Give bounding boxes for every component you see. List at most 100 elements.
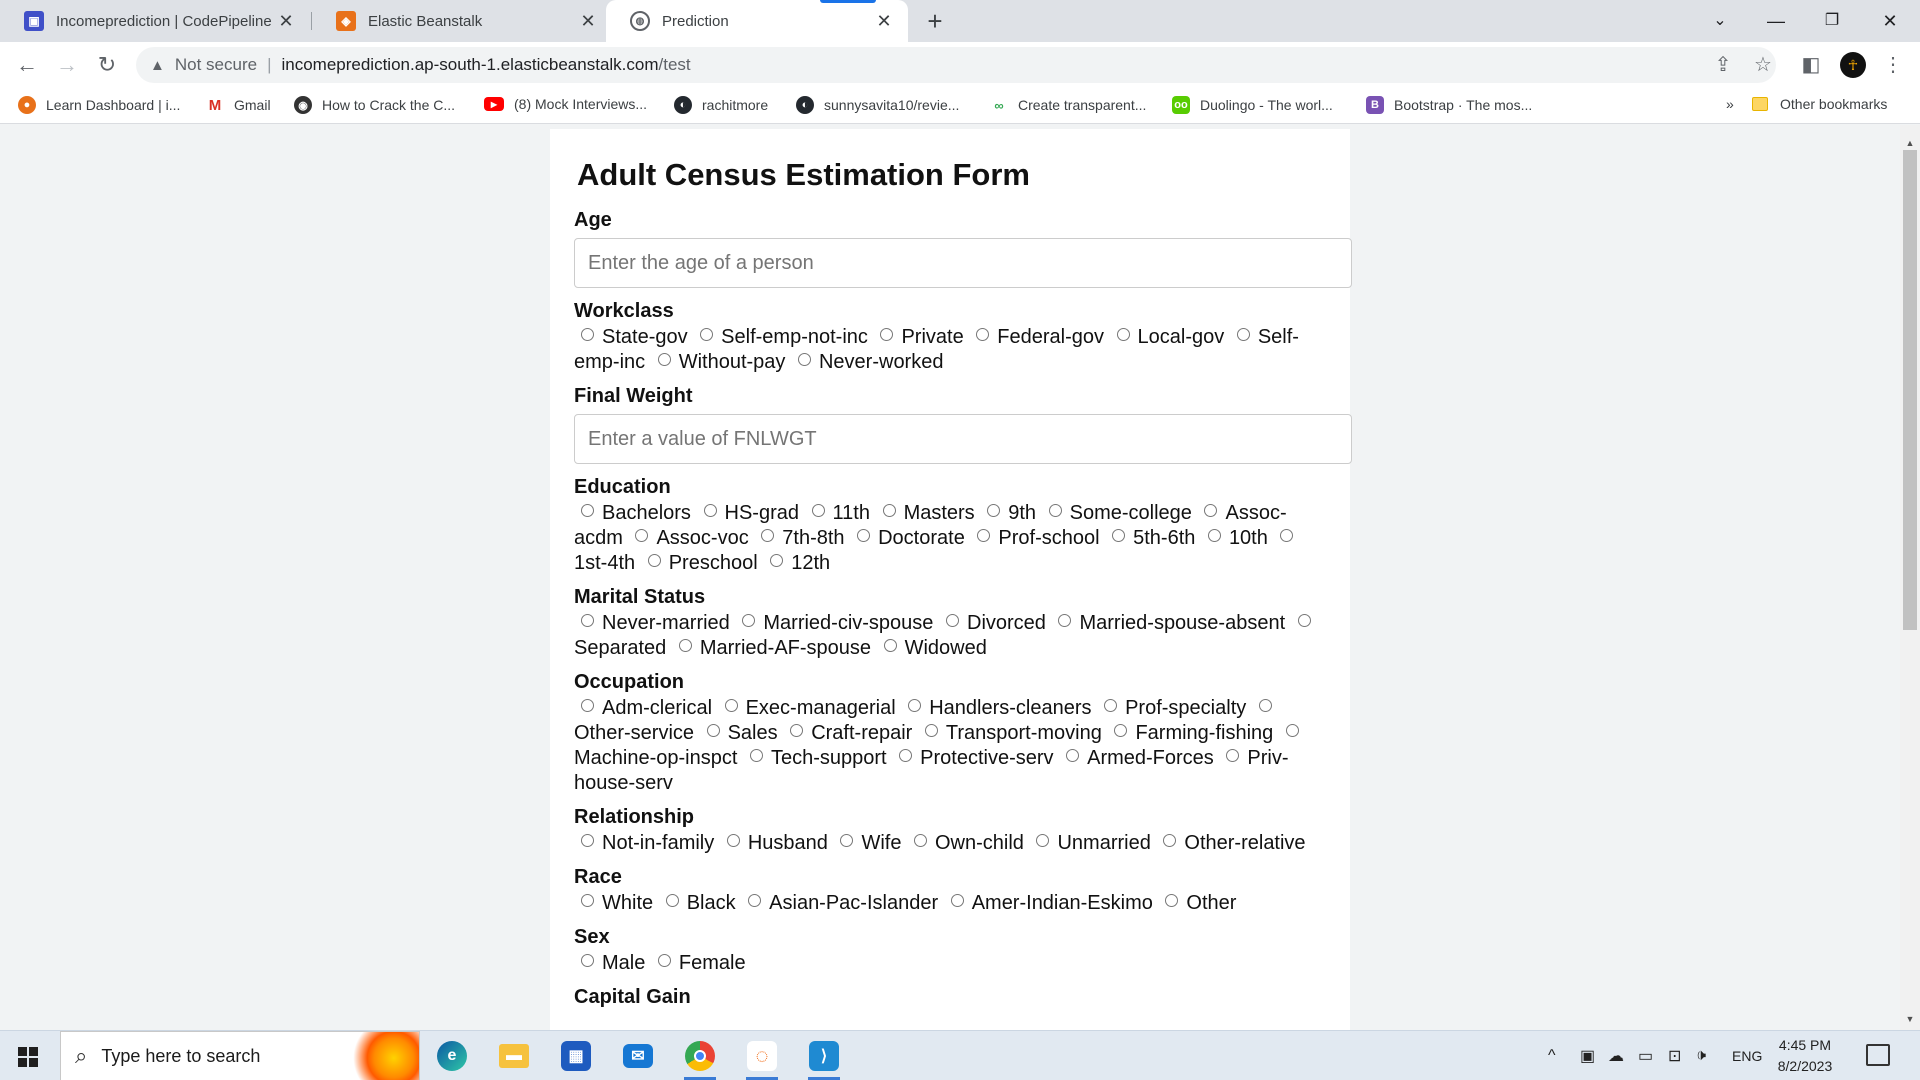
scrollbar-thumb[interactable] xyxy=(1903,150,1917,630)
radio-button[interactable] xyxy=(946,614,959,627)
radio-button[interactable] xyxy=(880,328,894,341)
radio-button[interactable] xyxy=(1207,529,1221,542)
radio-option[interactable]: Craft-repair xyxy=(783,722,912,744)
radio-button[interactable] xyxy=(1066,749,1080,762)
radio-option[interactable]: Transport-moving xyxy=(918,722,1102,744)
radio-option[interactable]: Other-relative xyxy=(1156,832,1306,854)
radio-option[interactable]: Doctorate xyxy=(850,527,965,549)
radio-button[interactable] xyxy=(1112,529,1126,542)
meet-now-icon[interactable]: ▣ xyxy=(1580,1031,1595,1080)
radio-button[interactable] xyxy=(883,639,897,652)
radio-button[interactable] xyxy=(924,724,938,737)
radio-option[interactable]: Asian-Pac-Islander xyxy=(741,892,938,914)
radio-option[interactable]: Local-gov xyxy=(1110,326,1224,348)
chrome-icon[interactable] xyxy=(676,1037,724,1080)
radio-option[interactable]: Amer-Indian-Eskimo xyxy=(944,892,1153,914)
radio-option[interactable]: Widowed xyxy=(877,637,987,659)
bookmark-learn-dashboard[interactable]: ● Learn Dashboard | i... xyxy=(18,96,180,114)
radio-option[interactable]: Tech-support xyxy=(743,747,887,769)
close-icon[interactable]: ✕ xyxy=(874,11,894,32)
radio-button[interactable] xyxy=(1058,614,1072,627)
radio-button[interactable] xyxy=(790,724,804,737)
minimize-button[interactable]: — xyxy=(1748,0,1804,42)
radio-option[interactable]: Female xyxy=(651,952,746,974)
radio-option[interactable]: Unmarried xyxy=(1029,832,1151,854)
radio-button[interactable] xyxy=(908,699,922,712)
radio-button[interactable] xyxy=(1236,328,1250,341)
radio-button[interactable] xyxy=(703,504,717,517)
fnlwgt-input[interactable]: Enter a value of FNLWGT xyxy=(574,414,1352,464)
radio-button[interactable] xyxy=(581,834,594,847)
radio-button[interactable] xyxy=(742,614,756,627)
bookmark-rachitmore[interactable]: ◐ rachitmore xyxy=(674,96,768,114)
store-icon[interactable]: ▦ xyxy=(552,1037,600,1075)
radio-button[interactable] xyxy=(977,529,991,542)
taskbar-search[interactable]: ⌕ Type here to search xyxy=(60,1031,420,1080)
close-icon[interactable]: ✕ xyxy=(578,11,598,32)
radio-option[interactable]: Assoc-voc xyxy=(628,527,749,549)
radio-option[interactable]: Private xyxy=(873,326,964,348)
edge-icon[interactable]: e xyxy=(428,1037,476,1075)
radio-option[interactable]: Divorced xyxy=(939,612,1046,634)
radio-button[interactable] xyxy=(581,894,594,907)
radio-button[interactable] xyxy=(1114,724,1128,737)
radio-option[interactable]: HS-grad xyxy=(697,502,799,524)
radio-button[interactable] xyxy=(1116,328,1130,341)
radio-button[interactable] xyxy=(857,529,871,542)
radio-option[interactable]: Without-pay xyxy=(651,351,785,373)
radio-button[interactable] xyxy=(678,639,692,652)
radio-button[interactable] xyxy=(724,699,738,712)
radio-button[interactable] xyxy=(1104,699,1118,712)
bookmark-gmail[interactable]: M Gmail xyxy=(206,96,271,114)
bookmark-bootstrap[interactable]: B Bootstrap · The mos... xyxy=(1366,96,1532,114)
radio-option[interactable]: Federal-gov xyxy=(969,326,1104,348)
radio-button[interactable] xyxy=(581,614,594,627)
scroll-up-arrow[interactable]: ▲ xyxy=(1903,136,1917,150)
radio-button[interactable] xyxy=(840,834,854,847)
radio-option[interactable]: Bachelors xyxy=(574,502,691,524)
radio-button[interactable] xyxy=(647,554,661,567)
address-bar[interactable]: ▲ Not secure | incomeprediction.ap-south… xyxy=(136,47,1776,83)
reload-icon[interactable]: ↻ xyxy=(92,50,122,80)
radio-option[interactable]: Prof-school xyxy=(970,527,1100,549)
radio-button[interactable] xyxy=(770,554,784,567)
radio-option[interactable]: Protective-serv xyxy=(892,747,1054,769)
radio-button[interactable] xyxy=(761,529,775,542)
security-status[interactable]: Not secure xyxy=(175,55,257,75)
battery-icon[interactable]: ▭ xyxy=(1638,1031,1653,1080)
radio-button[interactable] xyxy=(797,353,811,366)
new-tab-button[interactable]: + xyxy=(920,6,950,36)
onedrive-icon[interactable]: ☁ xyxy=(1608,1031,1624,1080)
jupyter-icon[interactable]: ◌ xyxy=(738,1037,786,1080)
share-icon[interactable]: ⇪ xyxy=(1710,52,1736,78)
radio-button[interactable] xyxy=(1280,529,1294,542)
menu-icon[interactable]: ⋮ xyxy=(1880,52,1906,78)
radio-button[interactable] xyxy=(1204,504,1218,517)
radio-button[interactable] xyxy=(1226,749,1240,762)
radio-button[interactable] xyxy=(706,724,720,737)
radio-option[interactable]: 9th xyxy=(980,502,1036,524)
radio-button[interactable] xyxy=(749,749,763,762)
radio-option[interactable]: Never-worked xyxy=(791,351,943,373)
bookmark-other-bookmarks[interactable]: Other bookmarks xyxy=(1752,96,1887,112)
radio-button[interactable] xyxy=(1285,724,1299,737)
radio-button[interactable] xyxy=(1163,834,1177,847)
radio-option[interactable]: Self-emp-not-inc xyxy=(693,326,868,348)
volume-icon[interactable]: 🕩 xyxy=(1696,1031,1706,1080)
radio-option[interactable]: 11th xyxy=(805,502,870,524)
radio-option[interactable]: Exec-managerial xyxy=(718,697,896,719)
radio-option[interactable]: Married-spouse-absent xyxy=(1051,612,1285,634)
radio-option[interactable]: State-gov xyxy=(574,326,688,348)
radio-option[interactable]: Other xyxy=(1158,892,1236,914)
radio-option[interactable]: Not-in-family xyxy=(574,832,714,854)
radio-option[interactable]: Own-child xyxy=(907,832,1024,854)
tab-search-icon[interactable]: ⌄ xyxy=(1692,0,1748,42)
radio-option[interactable]: 5th-6th xyxy=(1105,527,1195,549)
radio-button[interactable] xyxy=(811,504,825,517)
bookmark-mock-interviews[interactable]: ▶ (8) Mock Interviews... xyxy=(484,96,647,112)
radio-button[interactable] xyxy=(950,894,964,907)
bookmarks-overflow-button[interactable]: » xyxy=(1726,96,1734,112)
tab-elastic-beanstalk[interactable]: ◈ Elastic Beanstalk ✕ xyxy=(312,0,612,42)
network-icon[interactable]: ⊡ xyxy=(1668,1031,1681,1080)
notification-icon[interactable] xyxy=(1866,1044,1890,1066)
